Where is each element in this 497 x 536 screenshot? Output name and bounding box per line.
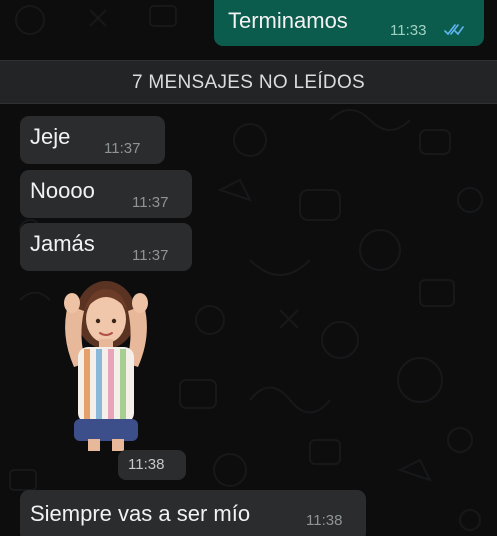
- message-text: Jamás: [30, 231, 95, 256]
- chat-area[interactable]: Terminamos 11:33 7 MENSAJES NO LEÍDOS Je…: [0, 0, 497, 536]
- message-time: 11:37: [132, 247, 169, 264]
- incoming-message[interactable]: Noooo 11:37: [20, 170, 192, 218]
- incoming-message[interactable]: Siempre vas a ser mío 11:38: [20, 490, 366, 536]
- outgoing-message[interactable]: Terminamos 11:33: [214, 0, 484, 46]
- girl-sticker-icon[interactable]: [48, 275, 160, 451]
- incoming-message[interactable]: Jamás 11:37: [20, 223, 192, 271]
- message-text: Jeje: [30, 124, 71, 149]
- message-text: Siempre vas a ser mío: [30, 501, 251, 526]
- message-time: 11:38: [128, 456, 165, 473]
- message-text: Terminamos: [228, 8, 348, 33]
- incoming-message[interactable]: Jeje 11:37: [20, 116, 165, 164]
- message-text: Noooo: [30, 178, 95, 203]
- message-time: 11:37: [132, 194, 169, 211]
- double-check-icon: [444, 24, 464, 36]
- unread-count-label: 7 MENSAJES NO LEÍDOS: [131, 72, 365, 93]
- message-time: 11:33: [390, 22, 427, 39]
- message-time: 11:37: [104, 140, 141, 157]
- message-time: 11:38: [306, 512, 343, 529]
- unread-messages-banner: 7 MENSAJES NO LEÍDOS: [0, 60, 497, 104]
- sticker-timestamp: 11:38: [118, 450, 186, 480]
